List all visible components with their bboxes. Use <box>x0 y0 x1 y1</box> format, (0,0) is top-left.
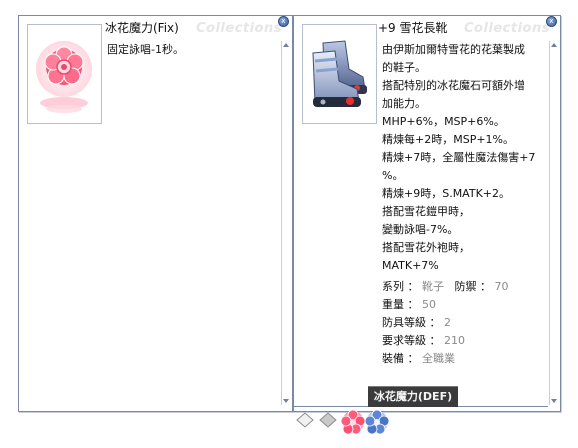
description-line: 加能力。 <box>382 97 426 110</box>
description-line: 精煉+7時，全屬性魔法傷害+7 <box>382 151 536 164</box>
description-line: MHP+6%，MSP+6%。 <box>382 115 505 128</box>
description-line: 精煉+9時，S.MATK+2。 <box>382 187 511 200</box>
description-line: %。 <box>382 169 404 182</box>
empty-slot-icon[interactable] <box>295 410 315 432</box>
scroll-up-arrow[interactable] <box>283 43 289 47</box>
scrollbar[interactable] <box>281 41 291 405</box>
description-line: 固定詠唱-1秒。 <box>107 43 184 56</box>
description-line: 搭配雪花外袍時， <box>382 241 470 254</box>
stat-row-equip: 裝備 ： 全職業 <box>382 350 509 368</box>
card-slot-label[interactable]: 冰花魔力(DEF) <box>368 386 458 407</box>
description-line: 搭配雪花鎧甲時， <box>382 205 470 218</box>
description-line: 精煉每+2時，MSP+1%。 <box>382 133 514 146</box>
stat-row-weight: 重量 ： 50 <box>382 296 509 314</box>
item-description: 固定詠唱-1秒。 <box>107 41 282 59</box>
stat-value: 全職業 <box>422 352 455 365</box>
description-line: 搭配特別的冰花魔石可額外增 <box>382 79 525 92</box>
collections-watermark: Collections <box>463 21 550 36</box>
red-flower-icon[interactable] <box>341 410 365 434</box>
stat-label: 防具等級 ： <box>382 316 441 329</box>
empty-slot-icon[interactable] <box>318 410 338 432</box>
item-window-left: 冰花魔力(Fix) Collections x 固定詠唱-1秒。 <box>18 15 293 412</box>
stat-value: 210 <box>444 334 465 347</box>
snowflake-boots-icon <box>312 40 367 107</box>
stat-value: 靴子 <box>422 280 444 293</box>
scroll-down-arrow[interactable] <box>283 399 289 403</box>
stat-label: 要求等級 ： <box>382 334 441 347</box>
scroll-up-arrow[interactable] <box>551 43 557 47</box>
description-line: MATK+7% <box>382 259 439 272</box>
stat-label: 重量 ： <box>382 298 419 311</box>
item-stats: 系列 ： 靴子 防禦 ： 70 重量 ： 50 防具等級 ： 2 要求等級 ： … <box>382 278 509 368</box>
close-icon[interactable]: x <box>278 16 289 27</box>
description-line: 由伊斯加爾特雪花的花葉製成 <box>382 43 525 56</box>
stat-value: 50 <box>422 298 436 311</box>
close-icon[interactable]: x <box>546 16 557 27</box>
stat-label: 系列 ： <box>382 280 419 293</box>
scrollbar[interactable] <box>549 41 559 405</box>
stat-row-required-level: 要求等級 ： 210 <box>382 332 509 350</box>
item-window-right: +9 雪花長靴 Collections x 由伊斯加爾特雪花的花葉製成 的鞋子。… <box>293 15 561 412</box>
description-line: 的鞋子。 <box>382 61 426 74</box>
stat-row-type: 系列 ： 靴子 防禦 ： 70 <box>382 278 509 296</box>
blue-flower-icon[interactable] <box>365 410 389 434</box>
description-line: 變動詠唱-7%。 <box>382 223 459 236</box>
stat-row-armor-level: 防具等級 ： 2 <box>382 314 509 332</box>
card-slot-tray <box>293 410 413 434</box>
ice-flower-card-icon <box>36 41 92 113</box>
collections-watermark: Collections <box>195 21 282 36</box>
stat-label: 防禦 ： <box>454 280 492 293</box>
item-description: 由伊斯加爾特雪花的花葉製成 的鞋子。 搭配特別的冰花魔石可額外增 加能力。 MH… <box>382 41 550 275</box>
stat-value: 2 <box>444 316 451 329</box>
item-image <box>27 24 102 124</box>
scroll-down-arrow[interactable] <box>551 399 557 403</box>
stat-value: 70 <box>494 280 509 293</box>
stat-label: 裝備 ： <box>382 352 419 365</box>
item-image <box>302 24 377 124</box>
